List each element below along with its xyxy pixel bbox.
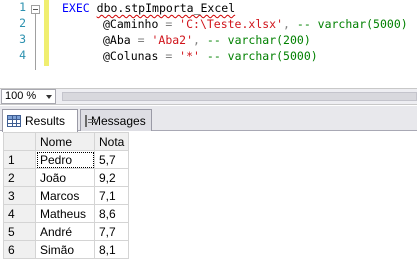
results-grid-area: Nome Nota 1 Pedro 5,7 2 João 9,2 3 Marco… <box>0 132 417 270</box>
cell-nota[interactable]: 5,7 <box>93 150 130 169</box>
param-value: '*' <box>179 49 200 63</box>
results-tab-strip: Results Messages <box>0 106 417 132</box>
messages-icon <box>85 114 96 127</box>
row-number[interactable]: 6 <box>3 240 36 259</box>
row-number[interactable]: 2 <box>3 168 36 187</box>
param-name: @Colunas <box>103 49 159 63</box>
table-row: 3 Marcos 7,1 <box>3 186 130 205</box>
tab-messages-label: Messages <box>91 113 146 128</box>
param-equals: = <box>158 17 180 31</box>
table-row: 5 André 7,7 <box>3 222 130 241</box>
zoom-dropdown[interactable]: 100 % <box>1 89 56 104</box>
param-comment: -- varchar(5000) <box>206 49 318 63</box>
cell-nome[interactable]: Matheus <box>35 204 95 223</box>
code-line-2: @Caminho = 'C:\Teste.xlsx', -- varchar(5… <box>62 16 408 32</box>
line-number: 4 <box>19 48 26 62</box>
cell-nota[interactable]: 8,6 <box>93 204 130 223</box>
cell-nome[interactable]: André <box>35 222 95 241</box>
procedure-name: dbo.stpImporta_Excel <box>96 1 236 15</box>
cell-nota[interactable]: 7,7 <box>93 222 130 241</box>
query-editor[interactable]: 1 2 3 4 EXEC dbo.stpImporta_Excel @Camin… <box>0 0 417 75</box>
tab-messages[interactable]: Messages <box>80 109 152 131</box>
row-number[interactable]: 4 <box>3 204 36 223</box>
exec-keyword: EXEC <box>62 1 90 15</box>
cell-nota[interactable]: 7,1 <box>93 186 130 205</box>
editor-status-bar: 100 % <box>0 88 417 105</box>
tab-results[interactable]: Results <box>2 109 78 132</box>
table-row: 6 Simão 8,1 <box>3 240 130 259</box>
horizontal-scrollbar[interactable] <box>62 92 417 101</box>
cell-nome[interactable]: João <box>35 168 95 187</box>
param-equals: = <box>130 33 152 47</box>
cell-nota[interactable]: 8,1 <box>93 240 130 259</box>
param-value: 'C:\Teste.xlsx' <box>179 17 284 31</box>
zoom-value: 100 % <box>5 90 37 102</box>
collapse-outline-icon[interactable] <box>31 5 40 14</box>
chevron-down-icon[interactable] <box>46 95 52 99</box>
table-row: 2 João 9,2 <box>3 168 130 187</box>
cell-nome[interactable]: Marcos <box>35 186 95 205</box>
editor-gutter: 1 2 3 4 <box>0 0 49 75</box>
code-line-3: @Aba = 'Aba2', -- varchar(200) <box>62 32 311 48</box>
column-header-nota[interactable]: Nota <box>93 132 130 151</box>
results-grid: Nome Nota 1 Pedro 5,7 2 João 9,2 3 Marco… <box>3 132 130 259</box>
code-line-4: @Colunas = '*' -- varchar(5000) <box>62 48 318 64</box>
param-name: @Caminho <box>103 17 159 31</box>
row-number[interactable]: 1 <box>3 150 36 169</box>
cell-nota[interactable]: 9,2 <box>93 168 130 187</box>
line-number: 1 <box>19 0 26 14</box>
line-number: 3 <box>19 32 26 46</box>
param-comment: -- varchar(5000) <box>296 17 408 31</box>
param-name: @Aba <box>103 33 131 47</box>
param-separator <box>200 49 207 63</box>
grid-corner-header[interactable] <box>3 132 36 151</box>
outline-guide <box>35 14 36 70</box>
column-header-nome[interactable]: Nome <box>35 132 95 151</box>
table-row: 4 Matheus 8,6 <box>3 204 130 223</box>
line-number: 2 <box>19 16 26 30</box>
grid-icon <box>7 115 21 127</box>
param-comment: -- varchar(200) <box>206 33 311 47</box>
param-equals: = <box>158 49 180 63</box>
row-number[interactable]: 5 <box>3 222 36 241</box>
param-value: 'Aba2' <box>151 33 194 47</box>
change-tracking-bar <box>44 0 49 66</box>
param-separator: , <box>283 17 297 31</box>
code-line-1: EXEC dbo.stpImporta_Excel <box>62 0 235 16</box>
row-number[interactable]: 3 <box>3 186 36 205</box>
table-row: 1 Pedro 5,7 <box>3 150 130 169</box>
tab-results-label: Results <box>25 114 66 128</box>
cell-nome[interactable]: Pedro <box>35 150 95 169</box>
cell-nome[interactable]: Simão <box>35 240 95 259</box>
param-separator: , <box>193 33 207 47</box>
